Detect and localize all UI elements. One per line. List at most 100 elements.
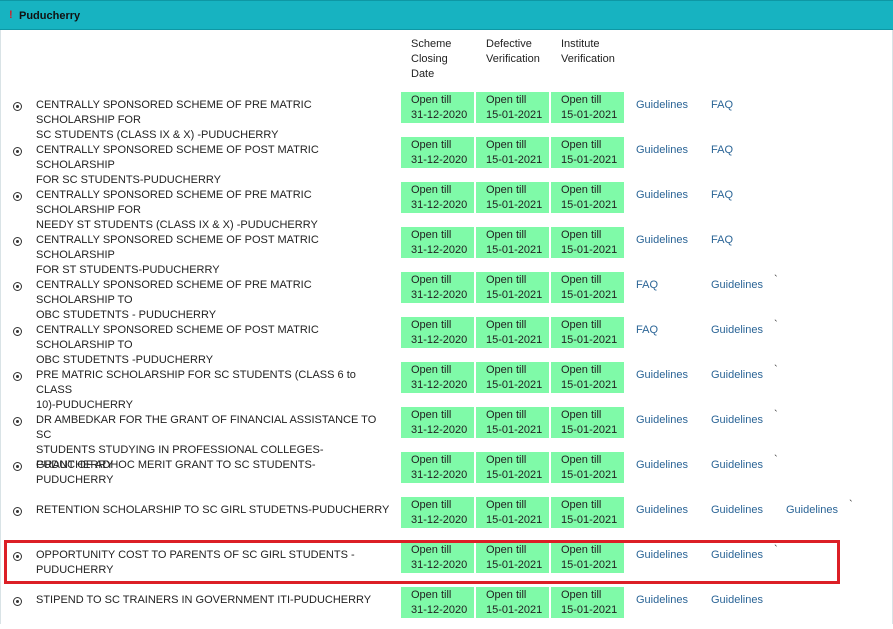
defective-verification-cell: Open till 15-01-2021 xyxy=(476,137,549,168)
radio-button[interactable] xyxy=(13,417,22,426)
radio-button[interactable] xyxy=(13,507,22,516)
guidelines-link[interactable]: Guidelines xyxy=(636,593,688,608)
closing-date-cell: Open till 31-12-2020 xyxy=(401,497,474,528)
scheme-name[interactable]: PRE MATRIC SCHOLARSHIP FOR SC STUDENTS (… xyxy=(36,368,391,413)
guidelines-link[interactable]: Guidelines xyxy=(636,413,688,428)
guidelines-link[interactable]: Guidelines xyxy=(711,458,763,473)
cell-status: Open till xyxy=(486,184,527,196)
institute-verification-cell: Open till 15-01-2021 xyxy=(551,92,624,123)
scheme-name-line: RETENTION SCHOLARSHIP TO SC GIRL STUDETN… xyxy=(36,504,390,516)
cell-date: 31-12-2020 xyxy=(411,379,468,391)
faq-link[interactable]: FAQ xyxy=(711,188,733,203)
scheme-name-line: GRANT OF ADHOC MERIT GRANT TO SC STUDENT… xyxy=(36,459,316,486)
faq-link[interactable]: FAQ xyxy=(636,323,658,338)
cell-status: Open till xyxy=(486,364,527,376)
guidelines-link[interactable]: Guidelines xyxy=(711,323,763,338)
scheme-row: CENTRALLY SPONSORED SCHEME OF POST MATRI… xyxy=(0,137,893,186)
guidelines-link[interactable]: Guidelines xyxy=(636,503,688,518)
backtick-mark: ` xyxy=(774,364,778,376)
radio-button[interactable] xyxy=(13,147,22,156)
cell-date: 31-12-2020 xyxy=(411,424,468,436)
cell-date: 15-01-2021 xyxy=(486,514,543,526)
closing-date-cell: Open till 31-12-2020 xyxy=(401,317,474,348)
radio-button[interactable] xyxy=(13,192,22,201)
defective-verification-cell: Open till 15-01-2021 xyxy=(476,227,549,258)
scheme-name[interactable]: GRANT OF ADHOC MERIT GRANT TO SC STUDENT… xyxy=(36,458,391,488)
cell-status: Open till xyxy=(561,319,602,331)
scheme-name[interactable]: RETENTION SCHOLARSHIP TO SC GIRL STUDETN… xyxy=(36,503,391,518)
guidelines-link[interactable]: Guidelines xyxy=(636,143,688,158)
guidelines-link[interactable]: Guidelines xyxy=(636,233,688,248)
guidelines-link[interactable]: Guidelines xyxy=(711,593,763,608)
column-header-line: Scheme xyxy=(411,38,452,50)
scheme-name[interactable]: CENTRALLY SPONSORED SCHEME OF POST MATRI… xyxy=(36,143,391,188)
cell-status: Open till xyxy=(411,319,452,331)
guidelines-link[interactable]: Guidelines xyxy=(711,503,763,518)
cell-date: 15-01-2021 xyxy=(561,604,618,616)
radio-button[interactable] xyxy=(13,282,22,291)
scheme-row: GRANT OF ADHOC MERIT GRANT TO SC STUDENT… xyxy=(0,452,893,494)
cell-date: 15-01-2021 xyxy=(561,109,618,121)
scheme-name[interactable]: CENTRALLY SPONSORED SCHEME OF PRE MATRIC… xyxy=(36,278,391,323)
defective-verification-cell: Open till 15-01-2021 xyxy=(476,587,549,618)
guidelines-link[interactable]: Guidelines xyxy=(711,278,763,293)
cell-status: Open till xyxy=(411,184,452,196)
radio-button[interactable] xyxy=(13,597,22,606)
closing-date-cell: Open till 31-12-2020 xyxy=(401,137,474,168)
cell-date: 15-01-2021 xyxy=(486,289,543,301)
cell-date: 31-12-2020 xyxy=(411,289,468,301)
radio-button[interactable] xyxy=(13,462,22,471)
guidelines-link[interactable]: Guidelines xyxy=(711,368,763,383)
closing-date-cell: Open till 31-12-2020 xyxy=(401,362,474,393)
scheme-name-line: 10)-PUDUCHERRY xyxy=(36,399,133,411)
cell-status: Open till xyxy=(486,274,527,286)
cell-date: 15-01-2021 xyxy=(486,334,543,346)
scheme-name-line: FOR SC STUDENTS-PUDUCHERRY xyxy=(36,174,221,186)
guidelines-link[interactable]: Guidelines xyxy=(636,188,688,203)
cell-date: 15-01-2021 xyxy=(486,109,543,121)
column-header-line: Verification xyxy=(486,53,540,65)
defective-verification-cell: Open till 15-01-2021 xyxy=(476,317,549,348)
radio-button[interactable] xyxy=(13,102,22,111)
column-header-defective: Defective Verification xyxy=(486,37,540,67)
faq-link[interactable]: FAQ xyxy=(636,278,658,293)
guidelines-link[interactable]: Guidelines xyxy=(711,413,763,428)
scheme-row: CENTRALLY SPONSORED SCHEME OF PRE MATRIC… xyxy=(0,92,893,141)
cell-date: 31-12-2020 xyxy=(411,604,468,616)
scheme-name-line: OBC STUDETNTS - PUDUCHERRY xyxy=(36,309,217,321)
cell-date: 31-12-2020 xyxy=(411,334,468,346)
column-header-line: Closing xyxy=(411,53,448,65)
scheme-name[interactable]: CENTRALLY SPONSORED SCHEME OF PRE MATRIC… xyxy=(36,98,391,143)
scheme-name-line: NEEDY ST STUDENTS (CLASS IX & X) -PUDUCH… xyxy=(36,219,318,231)
guidelines-link[interactable]: Guidelines xyxy=(636,98,688,113)
faq-link[interactable]: FAQ xyxy=(711,143,733,158)
cell-date: 15-01-2021 xyxy=(486,469,543,481)
faq-link[interactable]: FAQ xyxy=(711,98,733,113)
guidelines-link[interactable]: Guidelines xyxy=(636,368,688,383)
cell-date: 15-01-2021 xyxy=(486,154,543,166)
radio-button[interactable] xyxy=(13,237,22,246)
state-header[interactable]: ! Puducherry xyxy=(0,0,893,30)
guidelines-link[interactable]: Guidelines xyxy=(786,503,838,518)
cell-status: Open till xyxy=(411,364,452,376)
cell-date: 15-01-2021 xyxy=(561,199,618,211)
defective-verification-cell: Open till 15-01-2021 xyxy=(476,272,549,303)
backtick-mark: ` xyxy=(849,499,853,511)
cell-status: Open till xyxy=(486,409,527,421)
scheme-name[interactable]: CENTRALLY SPONSORED SCHEME OF POST MATRI… xyxy=(36,233,391,278)
radio-button[interactable] xyxy=(13,372,22,381)
scheme-row: CENTRALLY SPONSORED SCHEME OF POST MATRI… xyxy=(0,317,893,366)
cell-status: Open till xyxy=(411,274,452,286)
cell-status: Open till xyxy=(411,499,452,511)
cell-status: Open till xyxy=(411,139,452,151)
scheme-name[interactable]: CENTRALLY SPONSORED SCHEME OF PRE MATRIC… xyxy=(36,188,391,233)
defective-verification-cell: Open till 15-01-2021 xyxy=(476,92,549,123)
institute-verification-cell: Open till 15-01-2021 xyxy=(551,182,624,213)
radio-button[interactable] xyxy=(13,327,22,336)
scheme-name[interactable]: STIPEND TO SC TRAINERS IN GOVERNMENT ITI… xyxy=(36,593,391,608)
faq-link[interactable]: FAQ xyxy=(711,233,733,248)
guidelines-link[interactable]: Guidelines xyxy=(636,458,688,473)
defective-verification-cell: Open till 15-01-2021 xyxy=(476,362,549,393)
scheme-name[interactable]: CENTRALLY SPONSORED SCHEME OF POST MATRI… xyxy=(36,323,391,368)
cell-status: Open till xyxy=(561,184,602,196)
